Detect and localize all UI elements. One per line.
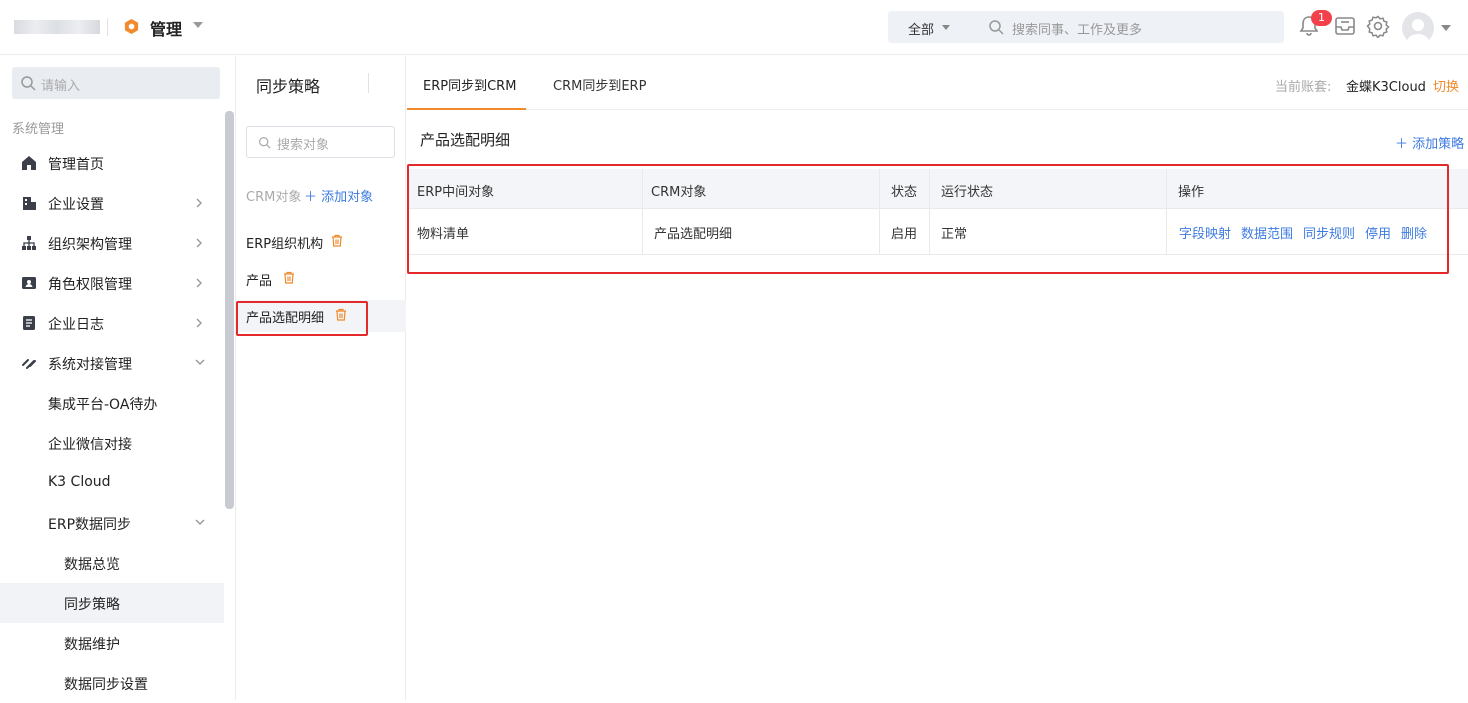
object-item-label: 产品 — [246, 274, 273, 289]
sidebar-item-label: 集成平台-OA待办 — [48, 397, 158, 413]
log-icon — [23, 316, 35, 330]
sidebar-item-label: 数据维护 — [64, 637, 120, 653]
sidebar-item-data-overview[interactable]: 数据总览 — [0, 543, 224, 583]
chevron-down-icon[interactable] — [942, 25, 950, 30]
chevron-right-icon — [196, 238, 202, 248]
sidebar-item-enterprise-log[interactable]: 企业日志 — [0, 303, 224, 343]
search-icon — [989, 20, 1004, 35]
tab-crm-to-erp[interactable]: CRM同步到ERP — [553, 75, 646, 94]
account-label: 当前账套: — [1275, 80, 1332, 95]
divider — [107, 18, 108, 36]
sidebar-item-oa-todo[interactable]: 集成平台-OA待办 — [0, 383, 224, 423]
inbox-icon[interactable] — [1333, 14, 1357, 38]
sidebar-item-k3-cloud[interactable]: K3 Cloud — [0, 463, 224, 503]
admin-app-icon — [124, 18, 139, 35]
section-title: 产品选配明细 — [420, 131, 511, 149]
add-policy-button[interactable]: ＋ 添加策略 — [1395, 133, 1464, 152]
sidebar-item-label: 企业设置 — [48, 197, 104, 213]
chevron-down-icon — [195, 359, 205, 365]
chevron-down-icon[interactable] — [193, 22, 203, 28]
switch-account-link[interactable]: 切换 — [1433, 76, 1459, 95]
sidebar-item-data-maintenance[interactable]: 数据维护 — [0, 623, 224, 663]
crm-object-label: CRM对象 — [246, 190, 302, 205]
building-icon — [23, 197, 36, 210]
sidebar-search[interactable]: 请输入 — [12, 67, 220, 99]
chevron-right-icon — [196, 198, 202, 208]
object-item-label: ERP组织机构 — [246, 237, 324, 252]
company-logo[interactable] — [14, 20, 100, 34]
table-highlight — [407, 164, 1449, 274]
sidebar-item-label: 企业微信对接 — [48, 437, 132, 453]
org-chart-icon — [22, 236, 36, 250]
chevron-down-icon[interactable] — [1441, 25, 1451, 31]
add-object-button[interactable]: ＋ 添加对象 — [304, 186, 373, 205]
sidebar-item-sync-settings[interactable]: 数据同步设置 — [0, 663, 224, 703]
sidebar: 请输入 系统管理 管理首页 企业设置 组织架构管理 角色权限管理 企业日志 系统… — [0, 56, 236, 700]
sidebar-item-label: 企业日志 — [48, 317, 104, 333]
object-item-product[interactable]: 产品 — [236, 263, 406, 295]
id-card-icon — [22, 277, 36, 289]
selected-object-highlight — [236, 301, 368, 336]
link-icon — [22, 359, 36, 369]
sidebar-item-label: ERP数据同步 — [48, 517, 132, 533]
active-tab-indicator — [407, 108, 526, 110]
sidebar-item-org-structure[interactable]: 组织架构管理 — [0, 223, 224, 263]
trash-icon[interactable] — [331, 234, 343, 247]
user-silhouette-icon — [1407, 19, 1429, 44]
sidebar-item-label: 角色权限管理 — [48, 277, 132, 293]
sidebar-search-input[interactable]: 请输入 — [41, 75, 80, 94]
sidebar-item-label: 管理首页 — [48, 157, 104, 173]
sidebar-item-label: 系统对接管理 — [48, 357, 132, 373]
object-item-erp-org[interactable]: ERP组织机构 — [236, 226, 406, 258]
account-name: 金蝶K3Cloud — [1346, 80, 1426, 95]
sidebar-item-role-permissions[interactable]: 角色权限管理 — [0, 263, 224, 303]
sidebar-item-sync-policy[interactable]: 同步策略 — [0, 583, 224, 623]
sidebar-item-label: 组织架构管理 — [48, 237, 132, 253]
search-scope-select[interactable]: 全部 — [908, 19, 934, 38]
search-input[interactable]: 搜索同事、工作及更多 — [1012, 19, 1142, 38]
avatar[interactable] — [1402, 12, 1434, 44]
sidebar-item-erp-sync[interactable]: ERP数据同步 — [0, 503, 224, 543]
add-object-label: 添加对象 — [321, 190, 374, 205]
page-title: 同步策略 — [256, 77, 321, 96]
sidebar-item-home[interactable]: 管理首页 — [0, 143, 224, 183]
top-bar: 管理 全部 搜索同事、工作及更多 1 — [0, 0, 1468, 55]
chevron-right-icon — [196, 278, 202, 288]
add-policy-label: 添加策略 — [1412, 137, 1465, 152]
sidebar-item-wecom[interactable]: 企业微信对接 — [0, 423, 224, 463]
sidebar-item-system-integration[interactable]: 系统对接管理 — [0, 343, 224, 383]
sidebar-item-enterprise-settings[interactable]: 企业设置 — [0, 183, 224, 223]
plus-icon: ＋ — [1395, 137, 1413, 152]
tab-erp-to-crm[interactable]: ERP同步到CRM — [423, 75, 516, 94]
app-title[interactable]: 管理 — [150, 16, 182, 40]
trash-icon[interactable] — [283, 271, 295, 284]
plus-icon: ＋ — [304, 190, 322, 205]
gear-icon[interactable] — [1366, 14, 1390, 38]
sidebar-scrollbar[interactable] — [225, 111, 234, 509]
chevron-down-icon — [195, 519, 205, 525]
object-search[interactable]: 搜索对象 — [246, 126, 395, 158]
sidebar-item-label: 同步策略 — [64, 597, 120, 613]
chevron-right-icon — [196, 318, 202, 328]
notification-badge: 1 — [1311, 10, 1332, 26]
object-panel: 同步策略 搜索对象 CRM对象 ＋ 添加对象 ERP组织机构 产品 产品选配明细 — [236, 56, 406, 700]
divider — [368, 73, 369, 93]
sidebar-section-label: 系统管理 — [12, 122, 65, 137]
sidebar-item-label: 数据同步设置 — [64, 677, 148, 693]
global-search[interactable]: 全部 搜索同事、工作及更多 — [888, 11, 1284, 43]
search-icon — [259, 137, 271, 149]
sidebar-item-label: K3 Cloud — [48, 474, 111, 490]
search-icon — [21, 76, 36, 91]
sidebar-item-label: 数据总览 — [64, 557, 120, 573]
home-icon — [22, 156, 36, 170]
object-search-input[interactable]: 搜索对象 — [277, 134, 329, 153]
